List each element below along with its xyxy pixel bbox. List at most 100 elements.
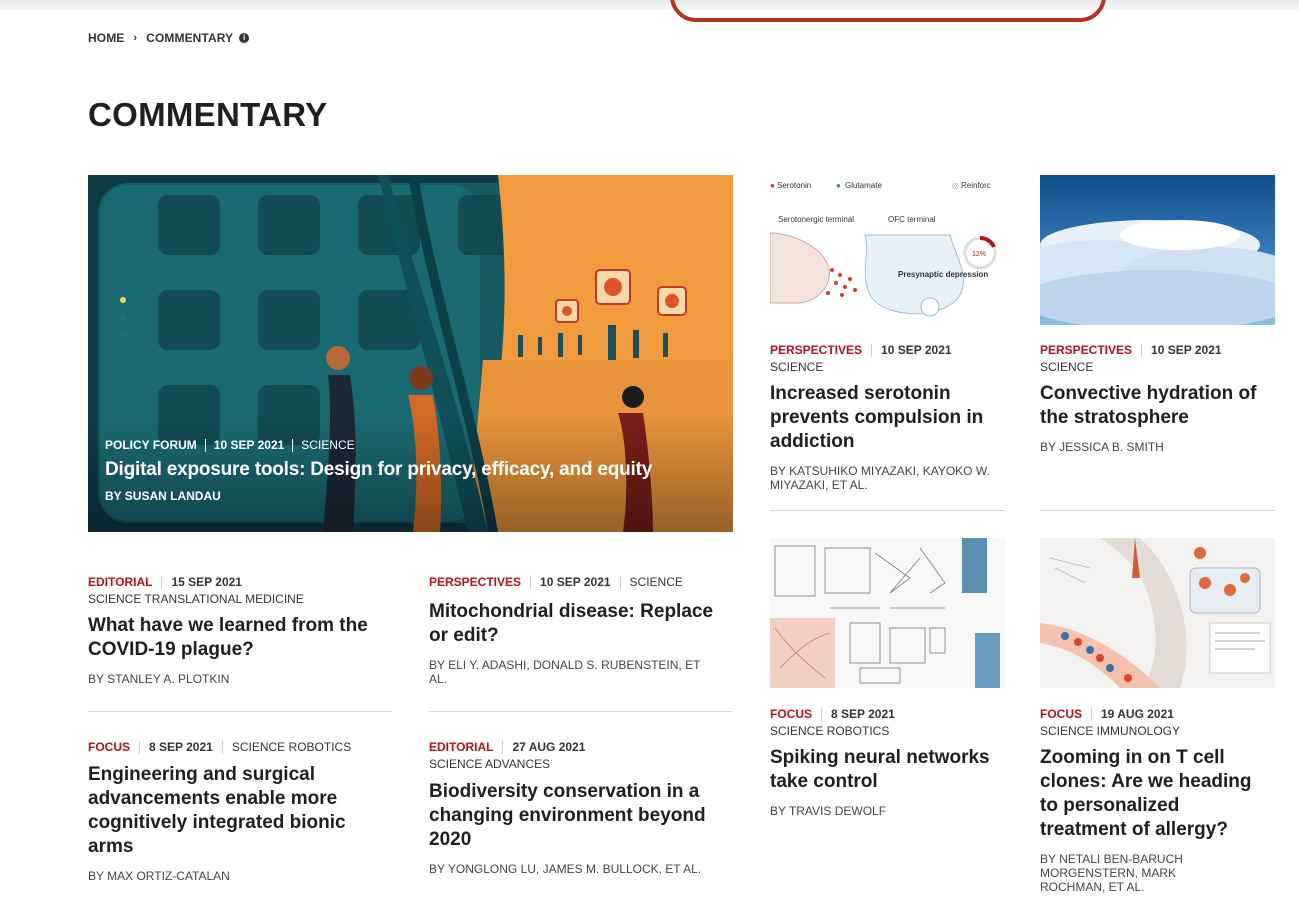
article-meta: PERSPECTIVES 10 SEP 2021 SCIENCE: [429, 575, 729, 589]
article-card: FOCUS 8 SEP 2021 SCIENCE ROBOTICS Spikin…: [770, 707, 1005, 818]
article-type[interactable]: FOCUS: [770, 707, 812, 721]
meta-divider: [871, 343, 873, 357]
breadcrumb-current: COMMENTARY: [146, 31, 234, 45]
article-date: 10 SEP 2021: [213, 438, 285, 452]
label-serotonergic: Serotonergic terminal: [778, 215, 854, 224]
neural-network-diagram: [770, 538, 1005, 688]
article-thumbnail[interactable]: [1040, 538, 1275, 688]
article-title[interactable]: Mitochondrial disease: Replace or edit?: [429, 600, 729, 648]
article-type[interactable]: EDITORIAL: [88, 575, 152, 589]
article-byline: BY STANLEY A. PLOTKIN: [88, 672, 230, 686]
article-publication: SCIENCE: [1040, 360, 1094, 374]
meta-divider: [619, 575, 621, 589]
info-icon[interactable]: i: [239, 33, 250, 43]
article-title[interactable]: Engineering and surgical advancements en…: [88, 763, 373, 859]
article-thumbnail[interactable]: [770, 538, 1005, 688]
article-thumbnail[interactable]: ● Serotonin ● Glutamate ◎ Reinforc Serot…: [770, 175, 1005, 325]
label-percent: 12%: [972, 251, 986, 258]
article-publication: SCIENCE TRANSLATIONAL MEDICINE: [88, 592, 304, 606]
divider: [770, 510, 1005, 511]
article-type[interactable]: EDITORIAL: [429, 740, 493, 754]
article-title[interactable]: Convective hydration of the stratosphere: [1040, 382, 1275, 430]
legend-glutamate: Glutamate: [845, 181, 882, 190]
article-title[interactable]: Biodiversity conservation in a changing …: [429, 780, 719, 852]
article-meta: PERSPECTIVES 10 SEP 2021: [770, 343, 1005, 357]
article-byline: BY JESSICA B. SMITH: [1040, 440, 1164, 454]
divider: [88, 711, 392, 712]
article-byline: BY TRAVIS DEWOLF: [770, 804, 887, 818]
legend-serotonin: Serotonin: [777, 181, 811, 190]
article-type[interactable]: FOCUS: [1040, 707, 1082, 721]
article-date: 19 AUG 2021: [1101, 707, 1174, 721]
chevron-right-icon: ›: [133, 32, 138, 44]
meta-divider: [204, 438, 206, 452]
article-publication: SCIENCE: [629, 575, 683, 589]
article-byline: BY NETALI BEN-BARUCH MORGENSTERN, MARK R…: [1040, 852, 1183, 894]
article-date: 27 AUG 2021: [512, 740, 586, 754]
article-title[interactable]: Increased serotonin prevents compulsion …: [770, 382, 1005, 454]
article-card: PERSPECTIVES 10 SEP 2021 SCIENCE Convect…: [1040, 343, 1275, 454]
article-meta: FOCUS 19 AUG 2021: [1040, 707, 1275, 721]
legend-reinforcement: Reinforc: [961, 181, 991, 190]
article-thumbnail[interactable]: [1040, 175, 1275, 325]
meta-divider: [530, 575, 532, 589]
article-byline: BY MAX ORTIZ-CATALAN: [88, 869, 230, 883]
article-type[interactable]: FOCUS: [88, 740, 130, 754]
article-byline: BY YONGLONG LU, JAMES M. BULLOCK, ET AL.: [429, 862, 702, 876]
hero-meta: POLICY FORUM 10 SEP 2021 SCIENCE: [105, 438, 652, 452]
article-type[interactable]: PERSPECTIVES: [1040, 343, 1132, 357]
article-meta: EDITORIAL 27 AUG 2021: [429, 740, 729, 754]
article-publication: SCIENCE ADVANCES: [429, 757, 551, 771]
serotonin-figure: ● Serotonin ● Glutamate ◎ Reinforc Serot…: [770, 181, 997, 317]
svg-text:◎: ◎: [952, 181, 959, 190]
article-date: 10 SEP 2021: [881, 343, 952, 357]
article-publication: SCIENCE: [301, 438, 355, 452]
article-publication: SCIENCE: [770, 360, 824, 374]
hero-byline: BY SUSAN LANDAU: [105, 489, 221, 503]
article-type[interactable]: PERSPECTIVES: [429, 575, 521, 589]
page-title: COMMENTARY: [88, 96, 328, 133]
article-date: 10 SEP 2021: [1151, 343, 1222, 357]
divider: [429, 711, 733, 712]
article-type[interactable]: PERSPECTIVES: [770, 343, 862, 357]
hero-title[interactable]: Digital exposure tools: Design for priva…: [105, 459, 652, 481]
clouds-image: [1040, 175, 1275, 325]
meta-divider: [1141, 343, 1143, 357]
article-card: FOCUS 8 SEP 2021 SCIENCE ROBOTICS Engine…: [88, 740, 388, 883]
article-byline: BY ELI Y. ADASHI, DONALD S. RUBENSTEIN, …: [429, 658, 701, 686]
label-presynaptic: Presynaptic depression: [898, 270, 988, 279]
article-publication: SCIENCE ROBOTICS: [231, 740, 352, 754]
article-meta: FOCUS 8 SEP 2021 SCIENCE ROBOTICS: [88, 740, 388, 754]
article-date: 15 SEP 2021: [171, 575, 242, 589]
article-card: PERSPECTIVES 10 SEP 2021 SCIENCE Increas…: [770, 343, 1005, 492]
article-card: PERSPECTIVES 10 SEP 2021 SCIENCE Mitocho…: [429, 575, 729, 686]
meta-divider: [221, 740, 223, 754]
t-cell-illustration: [1040, 538, 1275, 688]
meta-divider: [292, 438, 294, 452]
breadcrumb: HOME › COMMENTARY i: [88, 31, 250, 45]
hero-caption: POLICY FORUM 10 SEP 2021 SCIENCE Digital…: [105, 438, 652, 503]
article-meta: FOCUS 8 SEP 2021: [770, 707, 1005, 721]
divider: [1040, 510, 1275, 511]
article-card: EDITORIAL 27 AUG 2021 SCIENCE ADVANCES B…: [429, 740, 729, 876]
search-tab-outline[interactable]: [670, 0, 1106, 22]
svg-text:●: ●: [770, 181, 775, 190]
label-ofc: OFC terminal: [888, 215, 936, 224]
svg-text:●: ●: [836, 181, 841, 190]
article-title[interactable]: Spiking neural networks take control: [770, 746, 1005, 794]
breadcrumb-home[interactable]: HOME: [88, 31, 124, 45]
hero-article[interactable]: POLICY FORUM 10 SEP 2021 SCIENCE Digital…: [88, 175, 733, 532]
article-publication: SCIENCE IMMUNOLOGY: [1040, 724, 1181, 738]
article-card: FOCUS 19 AUG 2021 SCIENCE IMMUNOLOGY Zoo…: [1040, 707, 1275, 894]
meta-divider: [502, 740, 504, 754]
article-title[interactable]: What have we learned from the COVID-19 p…: [88, 614, 388, 662]
article-date: 8 SEP 2021: [831, 707, 895, 721]
article-card: EDITORIAL 15 SEP 2021 SCIENCE TRANSLATIO…: [88, 575, 388, 686]
article-meta: EDITORIAL 15 SEP 2021: [88, 575, 388, 589]
article-title[interactable]: Zooming in on T cell clones: Are we head…: [1040, 746, 1265, 842]
article-publication: SCIENCE ROBOTICS: [770, 724, 890, 738]
article-type[interactable]: POLICY FORUM: [105, 438, 197, 452]
meta-divider: [139, 740, 140, 754]
meta-divider: [1091, 707, 1092, 721]
article-byline: BY KATSUHIKO MIYAZAKI, KAYOKO W. MIYAZAK…: [770, 464, 990, 492]
